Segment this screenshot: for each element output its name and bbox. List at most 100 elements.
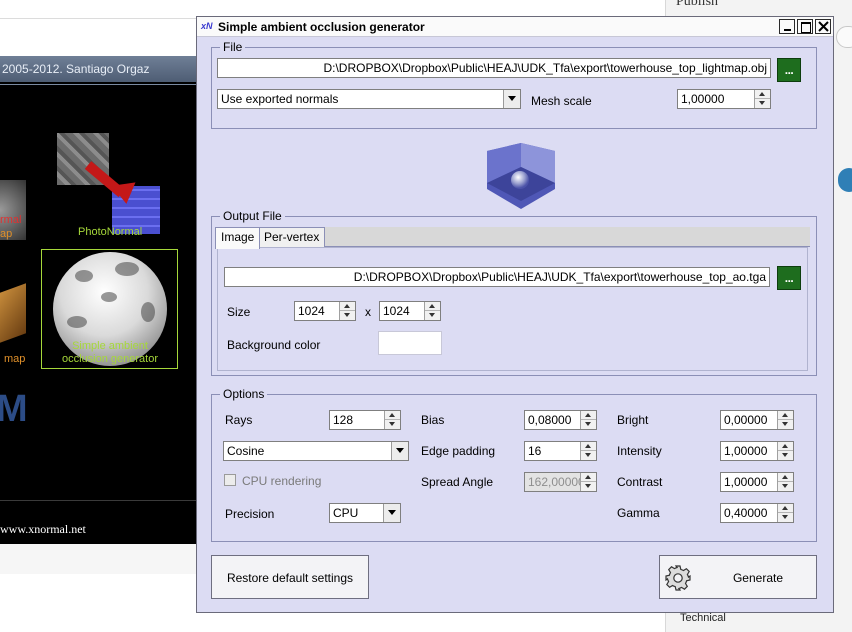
spin-down-icon[interactable]	[340, 311, 355, 320]
spin-down-icon[interactable]	[778, 420, 793, 429]
minimize-button[interactable]	[779, 19, 795, 34]
sao-dialog: xN Simple ambient occlusion generator Fi…	[196, 16, 834, 613]
maximize-button[interactable]	[797, 19, 813, 34]
ao-preview-cube-icon	[487, 143, 555, 209]
dialog-title: Simple ambient occlusion generator	[218, 20, 425, 34]
spin-up-icon[interactable]	[340, 302, 355, 311]
size-separator: x	[365, 305, 371, 319]
spin-down-icon[interactable]	[385, 420, 400, 429]
mesh-scale-value: 1,00000	[681, 92, 725, 106]
background-technical-label: Technical	[680, 612, 726, 624]
spin-up-icon[interactable]	[385, 411, 400, 420]
browse-mesh-button[interactable]: ...	[777, 58, 801, 82]
contrast-value: 1,00000	[724, 475, 768, 489]
spin-up-icon[interactable]	[778, 473, 793, 482]
bright-spinner[interactable]: 0,00000	[720, 410, 794, 430]
edge-padding-spinner[interactable]: 16	[524, 441, 597, 461]
edge-padding-value: 16	[528, 444, 542, 458]
contrast-label: Contrast	[617, 475, 663, 489]
spin-up-icon[interactable]	[755, 90, 770, 99]
gamma-label: Gamma	[617, 506, 660, 520]
spread-angle-label: Spread Angle	[421, 475, 494, 489]
spread-angle-spinner: 162,00000	[524, 472, 597, 492]
file-group-legend: File	[220, 40, 246, 54]
restore-defaults-label: Restore default settings	[226, 571, 354, 585]
dropdown-arrow-icon[interactable]	[383, 504, 400, 522]
intensity-label: Intensity	[617, 444, 662, 458]
spin-down-icon[interactable]	[778, 482, 793, 491]
precision-select[interactable]: CPU	[329, 503, 401, 523]
spin-up-icon[interactable]	[581, 442, 596, 451]
contrast-spinner[interactable]: 1,00000	[720, 472, 794, 492]
height-value: 1024	[383, 304, 410, 318]
distribution-select[interactable]: Cosine	[223, 441, 409, 461]
precision-label: Precision	[225, 507, 275, 521]
spin-down-icon[interactable]	[581, 451, 596, 460]
tab-image[interactable]: Image	[215, 227, 261, 249]
spin-down-icon[interactable]	[778, 451, 793, 460]
rays-value: 128	[333, 413, 354, 427]
launcher-sao-tile[interactable]: Simple ambient occlusion generator	[41, 249, 178, 369]
dialog-titlebar[interactable]: xN Simple ambient occlusion generator	[197, 17, 833, 37]
cpu-rendering-label: CPU rendering	[242, 474, 322, 488]
options-group-legend: Options	[220, 387, 268, 401]
width-spinner[interactable]: 1024	[294, 301, 356, 321]
background-blue-toggle[interactable]	[838, 168, 852, 192]
spin-up-icon[interactable]	[778, 411, 793, 420]
spread-angle-value: 162,00000	[528, 475, 585, 489]
spin-down-icon[interactable]	[755, 99, 770, 108]
height-spinner[interactable]: 1024	[379, 301, 441, 321]
intensity-value: 1,00000	[724, 444, 768, 458]
gamma-spinner[interactable]: 0,40000	[720, 503, 794, 523]
mesh-scale-spinner[interactable]: 1,00000	[677, 89, 771, 109]
size-label: Size	[227, 305, 251, 319]
launcher-divider	[0, 84, 196, 85]
launcher-website-link[interactable]: www.xnormal.net	[0, 522, 86, 537]
generate-button[interactable]: Generate	[659, 555, 817, 599]
bright-label: Bright	[617, 413, 649, 427]
spin-up-icon[interactable]	[581, 411, 596, 420]
spin-down-icon[interactable]	[778, 513, 793, 522]
spin-down-icon[interactable]	[425, 311, 440, 320]
spin-up-icon[interactable]	[778, 442, 793, 451]
launcher-normal-map-label: rmal	[0, 214, 22, 226]
launcher-red-arrow-head-icon	[111, 182, 139, 206]
spin-down-icon[interactable]	[581, 420, 596, 429]
spin-up-icon[interactable]	[778, 504, 793, 513]
spin-up-icon[interactable]	[425, 302, 440, 311]
background-color-label: Background color	[227, 338, 321, 352]
output-path-input[interactable]: D:\DROPBOX\Dropbox\Public\HEAJ\UDK_Tfa\e…	[224, 267, 770, 287]
dropdown-arrow-icon[interactable]	[391, 442, 408, 460]
input-mesh-path[interactable]: D:\DROPBOX\Dropbox\Public\HEAJ\UDK_Tfa\e…	[217, 58, 771, 78]
dropdown-arrow-icon[interactable]	[503, 90, 520, 108]
edge-padding-label: Edge padding	[421, 444, 496, 458]
distribution-value: Cosine	[227, 444, 265, 458]
rays-label: Rays	[225, 413, 253, 427]
normals-mode-select[interactable]: Use exported normals	[217, 89, 521, 109]
close-button[interactable]	[815, 19, 831, 34]
restore-defaults-button[interactable]: Restore default settings	[211, 555, 369, 599]
intensity-spinner[interactable]: 1,00000	[720, 441, 794, 461]
background-round-control[interactable]	[836, 26, 852, 48]
bias-label: Bias	[421, 413, 445, 427]
gamma-value: 0,40000	[724, 506, 768, 520]
output-file-group-legend: Output File	[220, 209, 285, 223]
browse-output-button[interactable]: ...	[777, 266, 801, 290]
xnormal-launcher-window: 2005-2012. Santiago Orgaz rmal ap PhotoN…	[0, 56, 196, 544]
background-color-swatch[interactable]	[378, 331, 442, 355]
background-strip	[0, 544, 196, 574]
cpu-rendering-checkbox[interactable]	[224, 474, 236, 486]
bias-spinner[interactable]: 0,08000	[524, 410, 597, 430]
launcher-map-label: map	[4, 353, 26, 365]
launcher-wood-thumb[interactable]	[0, 283, 26, 343]
tab-per-vertex[interactable]: Per-vertex	[258, 227, 326, 248]
bias-value: 0,08000	[528, 413, 572, 427]
precision-value: CPU	[333, 506, 359, 520]
mesh-scale-label: Mesh scale	[531, 94, 592, 108]
launcher-footer-divider	[0, 500, 196, 501]
rays-spinner[interactable]: 128	[329, 410, 401, 430]
width-value: 1024	[298, 304, 325, 318]
normals-mode-value: Use exported normals	[221, 92, 339, 106]
launcher-sao-label: Simple ambient occlusion generator	[61, 340, 158, 365]
launcher-map-partial-label: ap	[0, 228, 13, 240]
